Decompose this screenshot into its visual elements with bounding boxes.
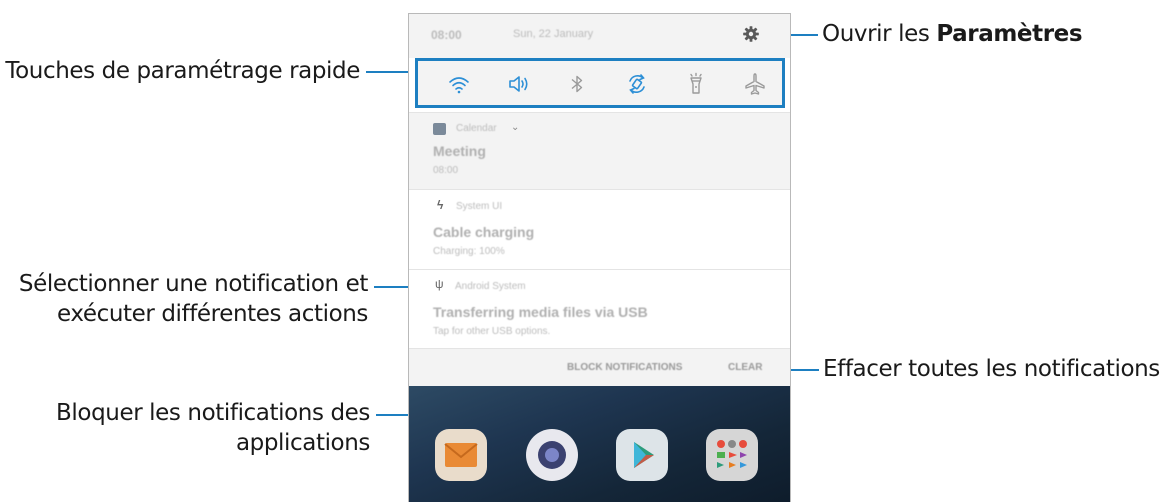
clear-button[interactable]: CLEAR [728, 362, 762, 373]
calendar-icon [433, 123, 446, 135]
home-screen-background [409, 386, 790, 502]
status-date: Sun, 22 January [513, 28, 594, 40]
notification-app-name: Calendar [456, 123, 497, 134]
clear-all-callout: Effacer toutes les notifications [823, 356, 1160, 382]
auto-rotate-icon[interactable] [625, 72, 649, 96]
wifi-icon[interactable] [447, 72, 471, 96]
notification-item[interactable]: ϟ System UI Cable charging Charging: 100… [409, 189, 790, 270]
notification-item[interactable]: Calendar ⌄ Meeting 08:00 [409, 112, 790, 190]
notification-text: Tap for other USB options. [433, 326, 551, 337]
settings-gear-icon[interactable] [742, 25, 760, 43]
notification-app-name: Android System [455, 281, 526, 292]
block-notifications-button[interactable]: BLOCK NOTIFICATIONS [567, 362, 682, 373]
status-row: 08:00 Sun, 22 January [409, 14, 790, 58]
notification-text: Charging: 100% [433, 246, 505, 257]
camera-app-icon[interactable] [526, 429, 578, 481]
usb-icon: ψ [435, 277, 444, 291]
notification-item[interactable]: ψ Android System Transferring media file… [409, 269, 790, 349]
quick-settings-callout: Touches de paramétrage rapide [5, 58, 360, 84]
chevron-down-icon[interactable]: ⌄ [511, 122, 519, 133]
email-app-icon[interactable] [435, 429, 487, 481]
quick-settings-leader [366, 71, 408, 73]
select-notification-callout: Sélectionner une notification et exécute… [18, 271, 369, 327]
bluetooth-icon[interactable] [565, 72, 589, 96]
phone-notification-panel: 08:00 Sun, 22 January Calendar ⌄ Meeting… [408, 13, 791, 502]
notification-text: 08:00 [433, 165, 459, 176]
notification-app-name: System UI [456, 201, 503, 212]
block-notifications-callout: Bloquer les notifications des applicatio… [56, 400, 370, 456]
play-store-app-icon[interactable] [616, 429, 668, 481]
lightning-icon: ϟ [437, 198, 444, 212]
notification-title: Cable charging [433, 224, 535, 240]
notification-title: Meeting [433, 143, 486, 159]
quick-settings-panel [415, 58, 785, 108]
status-time: 08:00 [431, 28, 462, 42]
open-settings-callout: Ouvrir les Paramètres [822, 21, 1083, 47]
sound-icon[interactable] [507, 72, 531, 96]
notification-actions-bar: BLOCK NOTIFICATIONS CLEAR [409, 348, 790, 387]
airplane-mode-icon[interactable] [743, 72, 767, 96]
flashlight-icon[interactable] [684, 72, 708, 96]
notification-title: Transferring media files via USB [433, 304, 648, 320]
google-folder-icon[interactable] [706, 429, 758, 481]
